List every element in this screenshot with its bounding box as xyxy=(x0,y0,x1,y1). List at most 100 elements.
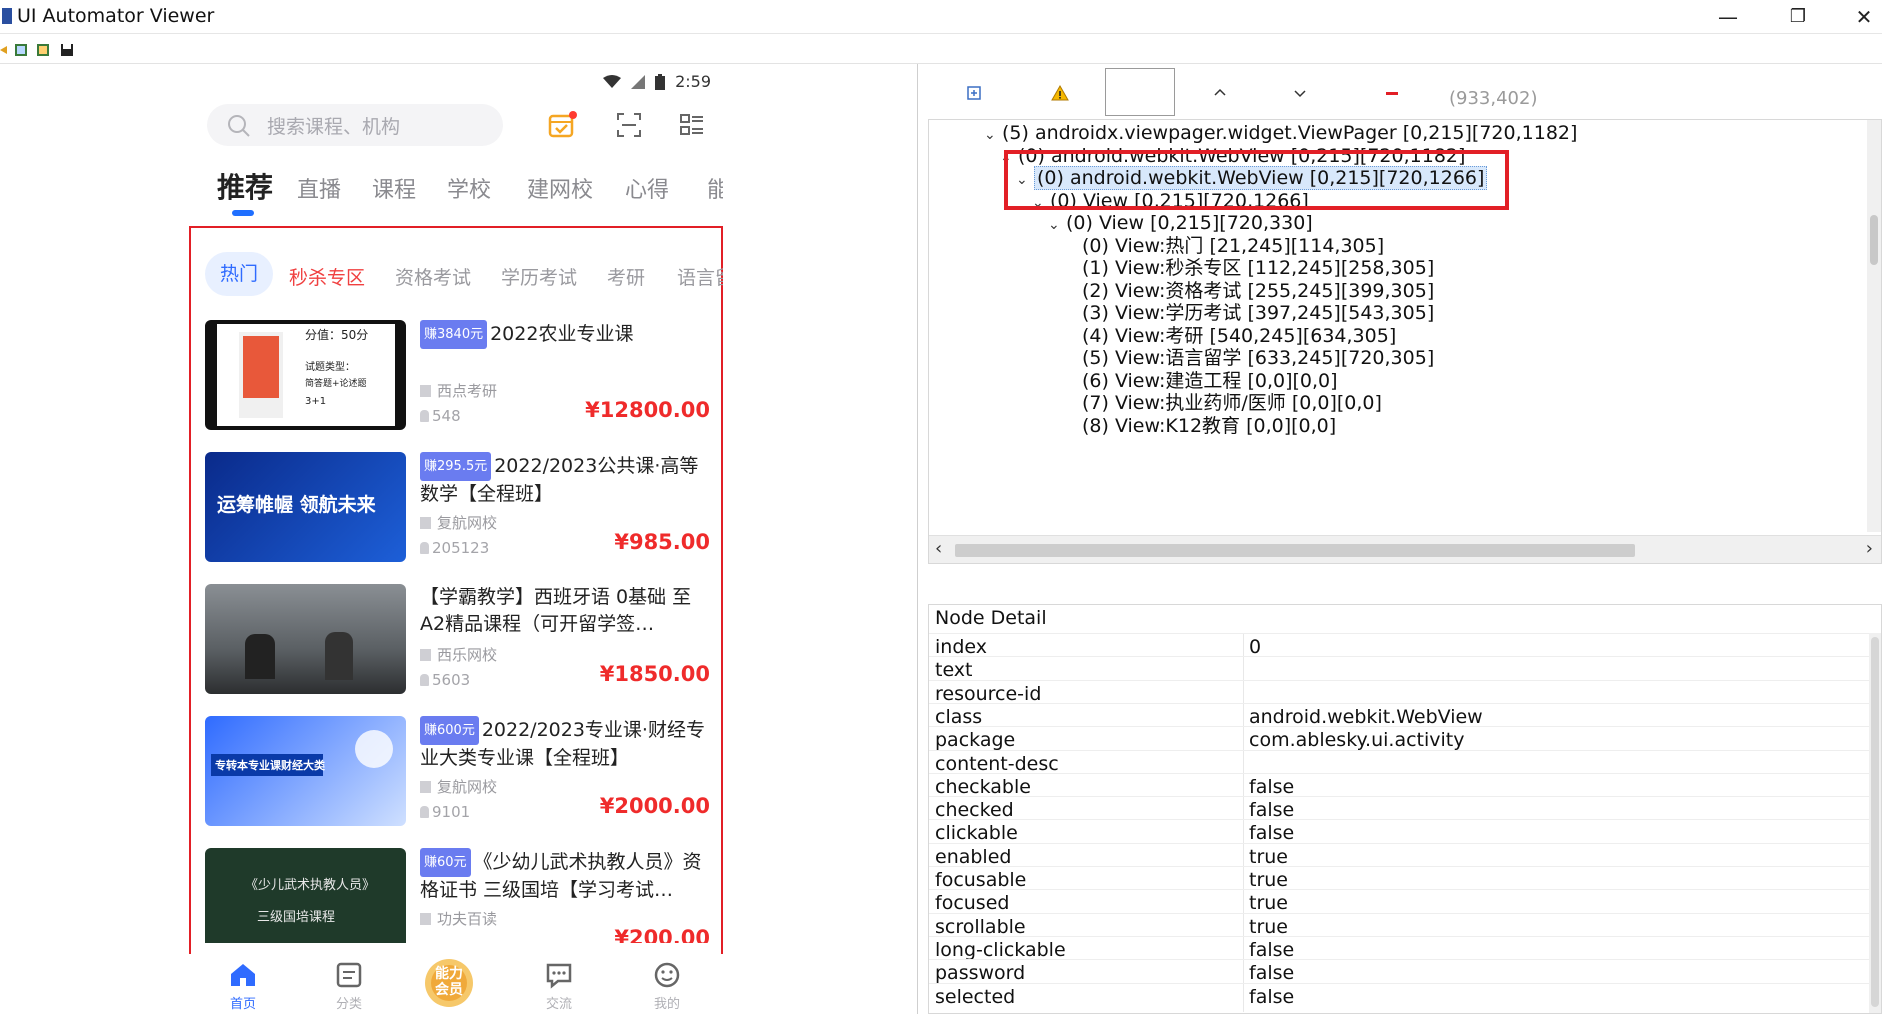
course-title: 赚295.5元 2022/2023公共课·高等数学【全程班】 xyxy=(420,452,710,506)
course-price: ¥12800.00 xyxy=(585,398,710,422)
building-icon xyxy=(420,913,431,925)
tab-courses[interactable]: 课程 xyxy=(372,172,416,204)
tab-schools[interactable]: 学校 xyxy=(447,172,491,204)
chevron-down-icon[interactable] xyxy=(1291,84,1309,102)
tab-recommend[interactable]: 推荐 xyxy=(217,166,273,206)
tree-node-label: (0) View:热门 [21,245][114,305] xyxy=(1082,234,1385,257)
detail-value: com.ablesky.ui.activity xyxy=(1249,729,1465,752)
scan-icon[interactable] xyxy=(614,110,644,140)
calendar-checkin-icon[interactable] xyxy=(547,110,577,140)
scroll-left-icon[interactable]: ‹ xyxy=(935,538,942,559)
course-school-name: 功夫百读 xyxy=(437,910,498,928)
nav-vip[interactable]: 能力会员 xyxy=(417,954,481,1014)
course-title-text: 2022农业专业课 xyxy=(490,323,634,345)
webview-highlight-box: 热门 秒杀专区 资格考试 学历考试 考研 语言留 分值：50分 试题类型： 简答… xyxy=(189,226,723,1011)
tree-node-label: (4) View:考研 [540,245][634,305] xyxy=(1082,324,1397,347)
course-item[interactable]: 专转本专业课财经大类 赚600元 2022/2023专业课·财经专业大类专业课【全… xyxy=(205,716,717,828)
bottom-navigation: 首页 分类 能力会员 交流 我的 xyxy=(189,954,723,1014)
phone-screen[interactable]: 2:59 搜索课程、机构 推荐 直播 课程 学校 建网校 心得 能 热门 秒杀专… xyxy=(189,64,723,1014)
thumb-text: 试题类型： xyxy=(305,362,355,373)
course-thumbnail: 《少儿武术执教人员》 三级国培课程 xyxy=(205,848,406,943)
warning-icon[interactable] xyxy=(1051,84,1069,102)
clear-search-icon[interactable] xyxy=(1383,84,1401,102)
wifi-icon xyxy=(603,74,622,88)
tree-vertical-scrollbar[interactable] xyxy=(1867,120,1881,532)
tree-node-label: (3) View:学历考试 [397,245][543,305] xyxy=(1082,302,1435,324)
detail-key: text xyxy=(935,659,973,682)
battery-icon xyxy=(655,73,666,90)
course-learners: 548 xyxy=(420,407,461,425)
save-icon[interactable] xyxy=(60,43,74,57)
device-screenshot-pane[interactable]: 2:59 搜索课程、机构 推荐 直播 课程 学校 建网校 心得 能 热门 秒杀专… xyxy=(0,64,918,1014)
expand-all-icon[interactable] xyxy=(965,84,983,102)
detail-value: true xyxy=(1249,915,1288,938)
tree-node-label: (5) View:语言留学 [633,245][720,305] xyxy=(1082,347,1435,369)
subtab-qualification[interactable]: 资格考试 xyxy=(395,263,471,290)
course-school: 复航网校 xyxy=(420,776,497,797)
tree-horizontal-scroll-thumb[interactable] xyxy=(955,544,1635,557)
subtab-hot[interactable]: 热门 xyxy=(205,252,273,296)
course-price: ¥200.00 xyxy=(614,926,710,943)
detail-key: scrollable xyxy=(935,915,1026,938)
course-learners: 5603 xyxy=(420,671,470,689)
tab-more[interactable]: 能 xyxy=(707,172,723,204)
detail-vertical-scrollbar[interactable] xyxy=(1869,633,1881,1013)
detail-key: long-clickable xyxy=(935,938,1066,961)
restore-button[interactable]: ❐ xyxy=(1780,2,1816,32)
nav-chat[interactable]: 交流 xyxy=(529,954,589,1014)
tree-horizontal-scrollbar[interactable]: ‹ › xyxy=(929,535,1881,563)
tree-node[interactable]: (8) View:K12教育 [0,0][0,0] xyxy=(1064,413,1336,440)
commission-badge: 赚60元 xyxy=(420,848,471,877)
tab-build-school[interactable]: 建网校 xyxy=(527,172,593,204)
list-menu-icon[interactable] xyxy=(677,110,707,140)
nav-category[interactable]: 分类 xyxy=(319,954,379,1014)
building-icon xyxy=(420,649,431,661)
detail-value: true xyxy=(1249,869,1288,891)
course-school-name: 复航网校 xyxy=(437,514,498,532)
nav-chat-label: 交流 xyxy=(545,997,572,1012)
subtab-language[interactable]: 语言留 xyxy=(677,263,723,290)
close-button[interactable]: ✕ xyxy=(1846,2,1882,32)
nav-mine[interactable]: 我的 xyxy=(637,954,697,1014)
course-school: 西乐网校 xyxy=(420,644,497,665)
node-detail-panel: Node Detail index 0 text resource-id class an… xyxy=(928,604,1882,1014)
tree-node-label: (5) androidx.viewpager.widget.ViewPager … xyxy=(1002,122,1578,144)
course-item[interactable]: 运筹帷幄 领航未来 赚295.5元 2022/2023公共课·高等数学【全程班】 … xyxy=(205,452,717,564)
thumb-text: 3+1 xyxy=(305,396,327,407)
subtab-degree-exam[interactable]: 学历考试 xyxy=(501,263,577,290)
course-learner-count: 205123 xyxy=(432,539,490,557)
course-learners: 9101 xyxy=(420,803,470,821)
subtab-flash-sale[interactable]: 秒杀专区 xyxy=(289,263,365,290)
nav-category-label: 分类 xyxy=(335,997,362,1012)
search-bar[interactable]: 搜索课程、机构 xyxy=(207,104,503,146)
tree-vertical-scroll-thumb[interactable] xyxy=(1870,215,1878,265)
detail-vertical-scroll-thumb[interactable] xyxy=(1871,637,1879,1007)
course-item[interactable]: 【学霸教学】西班牙语 0基础 至 A2精品课程（可开留学签… 西乐网校 5603… xyxy=(205,584,717,696)
search-tree-input[interactable] xyxy=(1105,68,1175,116)
tab-experience[interactable]: 心得 xyxy=(625,172,669,204)
chevron-up-icon[interactable] xyxy=(1211,84,1229,102)
detail-value: true xyxy=(1249,845,1288,868)
main-toolbar xyxy=(0,36,1882,64)
subtab-postgrad[interactable]: 考研 xyxy=(607,263,645,290)
course-item[interactable]: 分值：50分 试题类型： 简答题+论述题 3+1 赚3840元 2022农业专业课… xyxy=(205,320,717,432)
tab-live[interactable]: 直播 xyxy=(297,172,341,204)
window-titlebar: UI Automator Viewer — ❐ ✕ xyxy=(0,0,1882,34)
tree-node-label: (6) View:建造工程 [0,0][0,0] xyxy=(1082,369,1338,392)
detail-key: focused xyxy=(935,892,1010,915)
detail-row[interactable]: selected false xyxy=(929,982,1869,1012)
hierarchy-tree[interactable]: ⌄ (5) androidx.viewpager.widget.ViewPager… xyxy=(928,119,1882,564)
device-screenshot-compressed-icon[interactable] xyxy=(36,43,50,57)
tree-node-label: (1) View:秒杀专区 [112,245][258,305] xyxy=(1082,257,1435,279)
course-item[interactable]: 《少儿武术执教人员》 三级国培课程 赚60元 《少幼儿武术执教人员》资格证书 三级… xyxy=(205,848,717,943)
device-screenshot-icon[interactable] xyxy=(14,43,28,57)
open-arrow-icon[interactable] xyxy=(0,43,8,57)
thumb-text: 专转本专业课财经大类 xyxy=(215,759,325,772)
minimize-button[interactable]: — xyxy=(1710,2,1746,32)
user-icon xyxy=(420,542,429,554)
user-icon xyxy=(420,410,429,422)
detail-key: focusable xyxy=(935,869,1027,891)
course-school-name: 西乐网校 xyxy=(437,646,498,664)
nav-home[interactable]: 首页 xyxy=(213,954,273,1014)
scroll-right-icon[interactable]: › xyxy=(1866,538,1873,559)
